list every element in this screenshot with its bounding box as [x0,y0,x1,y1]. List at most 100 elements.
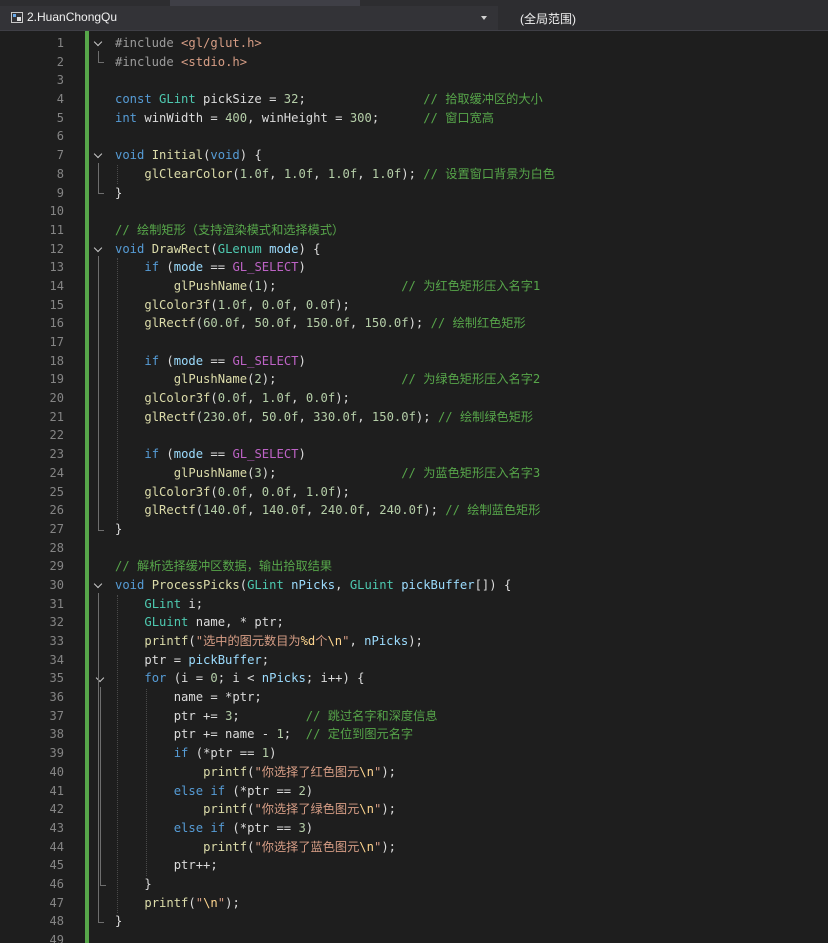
code-line[interactable]: 34 ptr = pickBuffer; [0,651,828,670]
code-line[interactable]: 47 printf("\n"); [0,894,828,913]
code-text[interactable]: int winWidth = 400, winHeight = 300; // … [115,109,494,128]
code-line[interactable]: 46 } [0,875,828,894]
code-text[interactable]: void Initial(void) { [115,146,262,165]
code-line[interactable]: 22 [0,426,828,445]
code-text[interactable]: printf("你选择了绿色图元\n"); [115,800,396,819]
project-dropdown[interactable]: 2.HuanChongQu [0,6,498,30]
code-text[interactable]: ptr = pickBuffer; [115,651,269,670]
code-text[interactable]: glPushName(2); // 为绿色矩形压入名字2 [115,370,541,389]
code-line[interactable]: 23 if (mode == GL_SELECT) [0,445,828,464]
code-text[interactable]: ptr++; [115,856,218,875]
code-text[interactable]: } [115,875,151,894]
code-line[interactable]: 25 glColor3f(0.0f, 0.0f, 1.0f); [0,483,828,502]
code-line[interactable]: 4 const GLint pickSize = 32; // 拾取缓冲区的大小 [0,90,828,109]
code-line[interactable]: 29 // 解析选择缓冲区数据，输出拾取结果 [0,557,828,576]
code-line[interactable]: 21 glRectf(230.0f, 50.0f, 330.0f, 150.0f… [0,408,828,427]
code-line[interactable]: 49 [0,931,828,943]
code-text[interactable]: if (mode == GL_SELECT) [115,445,305,464]
code-text[interactable]: for (i = 0; i < nPicks; i++) { [115,669,364,688]
code-line[interactable]: 15 glColor3f(1.0f, 0.0f, 0.0f); [0,296,828,315]
code-text[interactable]: #include <gl/glut.h> [115,34,262,53]
code-text[interactable]: if (mode == GL_SELECT) [115,258,305,277]
code-text[interactable]: printf("你选择了红色图元\n"); [115,763,396,782]
code-text[interactable]: else if (*ptr == 3) [115,819,313,838]
code-text[interactable]: // 绘制矩形（支持渲染模式和选择模式） [115,221,344,240]
code-text[interactable]: } [115,912,122,931]
code-text[interactable]: // 解析选择缓冲区数据，输出拾取结果 [115,557,332,576]
code-line[interactable]: 30 void ProcessPicks(GLint nPicks, GLuint… [0,576,828,595]
code-text[interactable]: ptr += name - 1; // 定位到图元名字 [115,725,413,744]
code-line[interactable]: 28 [0,539,828,558]
code-line[interactable]: 8 glClearColor(1.0f, 1.0f, 1.0f, 1.0f); … [0,165,828,184]
code-line[interactable]: 17 [0,333,828,352]
code-line[interactable]: 39 if (*ptr == 1) [0,744,828,763]
code-text[interactable]: glRectf(140.0f, 140.0f, 240.0f, 240.0f);… [115,501,540,520]
code-token: ); [408,316,431,331]
code-text[interactable]: } [115,520,122,539]
code-text[interactable]: #include <stdio.h> [115,53,247,72]
code-line[interactable]: 9} [0,184,828,203]
code-text[interactable]: glRectf(230.0f, 50.0f, 330.0f, 150.0f); … [115,408,533,427]
code-line[interactable]: 33 printf("选中的图元数目为%d个\n", nPicks); [0,632,828,651]
code-line[interactable]: 41 else if (*ptr == 2) [0,782,828,801]
code-line[interactable]: 2 #include <stdio.h> [0,53,828,72]
code-editor[interactable]: 1 #include <gl/glut.h> 2 #include <stdio.h>… [0,31,828,943]
code-text[interactable]: void DrawRect(GLenum mode) { [115,240,320,259]
code-text[interactable]: ptr += 3; // 跳过名字和深度信息 [115,707,438,726]
code-line[interactable]: 40 printf("你选择了红色图元\n"); [0,763,828,782]
code-line[interactable]: 5 int winWidth = 400, winHeight = 300; //… [0,109,828,128]
code-text[interactable]: if (*ptr == 1) [115,744,277,763]
code-line[interactable]: 48} [0,912,828,931]
code-line[interactable]: 37 ptr += 3; // 跳过名字和深度信息 [0,707,828,726]
code-line[interactable]: 32 GLuint name, * ptr; [0,613,828,632]
code-line[interactable]: 14 glPushName(1); // 为红色矩形压入名字1 [0,277,828,296]
code-token: "你选择了红色图元 [254,764,360,779]
code-text[interactable]: GLint i; [115,595,203,614]
code-line[interactable]: 19 glPushName(2); // 为绿色矩形压入名字2 [0,370,828,389]
code-text[interactable]: printf("选中的图元数目为%d个\n", nPicks); [115,632,423,651]
code-line[interactable]: 35 for (i = 0; i < nPicks; i++) { [0,669,828,688]
code-line[interactable]: 18 if (mode == GL_SELECT) [0,352,828,371]
code-line[interactable]: 43 else if (*ptr == 3) [0,819,828,838]
code-line[interactable]: 26 glRectf(140.0f, 140.0f, 240.0f, 240.0… [0,501,828,520]
code-text[interactable]: glPushName(3); // 为蓝色矩形压入名字3 [115,464,541,483]
code-text[interactable]: glColor3f(1.0f, 0.0f, 0.0f); [115,296,350,315]
code-text[interactable]: glColor3f(0.0f, 0.0f, 1.0f); [115,483,350,502]
code-text[interactable]: glColor3f(0.0f, 1.0f, 0.0f); [115,389,350,408]
code-line[interactable]: 44 printf("你选择了蓝色图元\n"); [0,838,828,857]
code-line[interactable]: 13 if (mode == GL_SELECT) [0,258,828,277]
code-text[interactable]: if (mode == GL_SELECT) [115,352,305,371]
code-line[interactable]: 45 ptr++; [0,856,828,875]
code-line[interactable]: 12 void DrawRect(GLenum mode) { [0,240,828,259]
code-line[interactable]: 31 GLint i; [0,595,828,614]
code-line[interactable]: 24 glPushName(3); // 为蓝色矩形压入名字3 [0,464,828,483]
code-token: 150.0f [305,316,350,331]
code-line[interactable]: 7 void Initial(void) { [0,146,828,165]
code-line[interactable]: 10 [0,202,828,221]
code-line[interactable]: 11 // 绘制矩形（支持渲染模式和选择模式） [0,221,828,240]
code-lines[interactable]: 1 #include <gl/glut.h> 2 #include <stdio.h>… [0,34,828,943]
code-line[interactable]: 1 #include <gl/glut.h> [0,34,828,53]
code-text[interactable]: else if (*ptr == 2) [115,782,313,801]
code-text[interactable]: printf("\n"); [115,894,239,913]
code-text[interactable]: printf("你选择了蓝色图元\n"); [115,838,396,857]
dropdown-arrow-icon[interactable] [481,16,487,20]
scope-dropdown[interactable]: (全局范围) [500,6,828,30]
code-text[interactable]: GLuint name, * ptr; [115,613,283,632]
code-text[interactable]: name = *ptr; [115,688,262,707]
code-line[interactable]: 27} [0,520,828,539]
code-line[interactable]: 20 glColor3f(0.0f, 1.0f, 0.0f); [0,389,828,408]
code-line[interactable]: 3 [0,71,828,90]
code-line[interactable]: 36 name = *ptr; [0,688,828,707]
code-text[interactable]: glClearColor(1.0f, 1.0f, 1.0f, 1.0f); //… [115,165,555,184]
code-text[interactable]: } [115,184,122,203]
code-text[interactable]: glPushName(1); // 为红色矩形压入名字1 [115,277,541,296]
code-line[interactable]: 6 [0,127,828,146]
code-text[interactable]: const GLint pickSize = 32; // 拾取缓冲区的大小 [115,90,543,109]
code-text[interactable]: glRectf(60.0f, 50.0f, 150.0f, 150.0f); /… [115,314,525,333]
code-line[interactable]: 16 glRectf(60.0f, 50.0f, 150.0f, 150.0f)… [0,314,828,333]
code-line[interactable]: 42 printf("你选择了绿色图元\n"); [0,800,828,819]
code-text[interactable]: void ProcessPicks(GLint nPicks, GLuint p… [115,576,511,595]
code-line[interactable]: 38 ptr += name - 1; // 定位到图元名字 [0,725,828,744]
